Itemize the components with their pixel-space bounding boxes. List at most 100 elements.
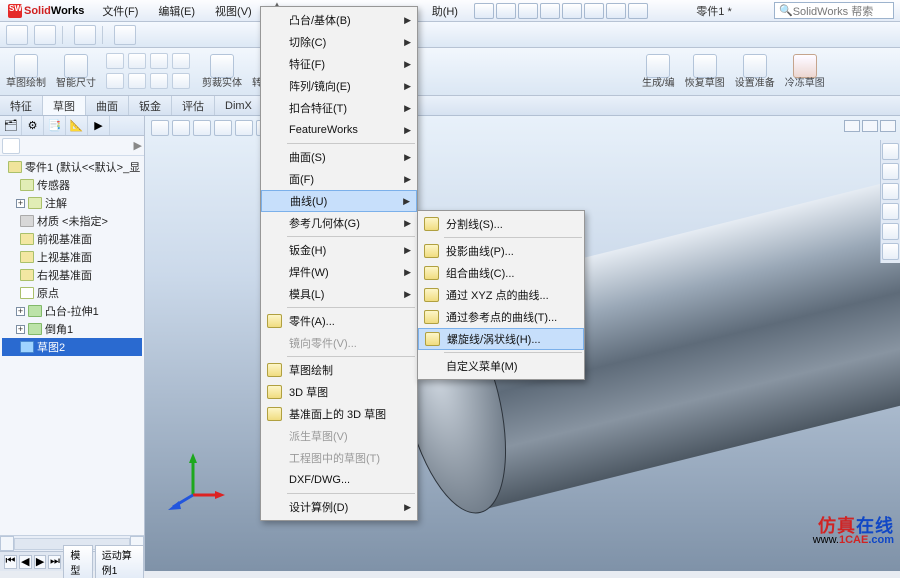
qat-open-icon[interactable] (496, 3, 516, 19)
ribbon-trim[interactable]: 剪裁实体 (202, 54, 242, 89)
rect-icon[interactable] (172, 53, 190, 69)
feature-tree[interactable]: 零件1 (默认<<默认>_显 传感器 +注解 材质 <未指定> 前视基准面 上视… (0, 156, 144, 535)
qat-options-icon[interactable] (628, 3, 648, 19)
menu-help[interactable]: 助(H) (422, 0, 468, 21)
qat-print-icon[interactable] (540, 3, 560, 19)
tab-sketch[interactable]: 草图 (43, 96, 86, 115)
fm-tab-ex-icon[interactable]: ▶ (88, 116, 110, 135)
curve-submenu-item-2[interactable]: 投影曲线(P)... (418, 240, 584, 262)
tb-link-icon[interactable] (6, 25, 28, 45)
ribbon-rbig1[interactable]: 恢复草图 (685, 54, 725, 89)
insert-menu-item-21[interactable]: 基准面上的 3D 草图 (261, 403, 417, 425)
tp-custom-icon[interactable] (882, 243, 899, 260)
tp-explorer-icon[interactable] (882, 183, 899, 200)
curve-submenu-item-4[interactable]: 通过 XYZ 点的曲线... (418, 284, 584, 306)
tree-origin[interactable]: 原点 (2, 284, 142, 302)
insert-menu-item-16[interactable]: 零件(A)... (261, 310, 417, 332)
insert-menu-item-0[interactable]: 凸台/基体(B)▶ (261, 9, 417, 31)
menu-file[interactable]: 文件(F) (92, 0, 148, 21)
curve-submenu-item-6[interactable]: 螺旋线/涡状线(H)... (418, 328, 584, 350)
tab-evaluate[interactable]: 评估 (172, 96, 215, 115)
arc-icon[interactable] (106, 73, 124, 89)
tab-sheetmetal[interactable]: 钣金 (129, 96, 172, 115)
qat-save-icon[interactable] (518, 3, 538, 19)
tab-dimx[interactable]: DimX (215, 96, 263, 115)
tree-annotations[interactable]: +注解 (2, 194, 142, 212)
fm-tab-tree-icon[interactable]: 🗂 (0, 116, 22, 135)
tree-extrude1[interactable]: +凸台-拉伸1 (2, 302, 142, 320)
insert-menu-item-13[interactable]: 焊件(W)▶ (261, 261, 417, 283)
tp-resources-icon[interactable] (882, 143, 899, 160)
insert-menu-item-1[interactable]: 切除(C)▶ (261, 31, 417, 53)
insert-menu-item-9[interactable]: 曲线(U)▶ (261, 190, 417, 212)
view-prev-icon[interactable] (193, 120, 211, 136)
ribbon-rbig2[interactable]: 设置准备 (735, 54, 775, 89)
qat-select-icon[interactable] (584, 3, 604, 19)
tab-motion1[interactable]: 运动算例1 (95, 545, 144, 578)
view-zoom-icon[interactable] (151, 120, 169, 136)
viewport-restore-icon[interactable] (862, 120, 878, 132)
tab-model[interactable]: 模型 (63, 545, 92, 578)
tp-appearance-icon[interactable] (882, 223, 899, 240)
curve-submenu-item-3[interactable]: 组合曲线(C)... (418, 262, 584, 284)
tabscroll-last-icon[interactable]: ⏭ (48, 555, 61, 569)
text-icon[interactable] (172, 73, 190, 89)
fm-tab-cfg-icon[interactable]: 📑 (44, 116, 66, 135)
viewport-min-icon[interactable] (844, 120, 860, 132)
curve-submenu-item-8[interactable]: 自定义菜单(M) (418, 355, 584, 377)
insert-menu-item-20[interactable]: 3D 草图 (261, 381, 417, 403)
tb-appearance-icon[interactable] (114, 25, 136, 45)
tree-top-plane[interactable]: 上视基准面 (2, 248, 142, 266)
filter-icon[interactable] (2, 138, 20, 154)
insert-menu-item-3[interactable]: 阵列/镜向(E)▶ (261, 75, 417, 97)
tree-sketch2[interactable]: 草图2 (2, 338, 142, 356)
view-orient-icon[interactable] (235, 120, 253, 136)
viewport-close-icon[interactable] (880, 120, 896, 132)
ribbon-rbig3[interactable]: 冷冻草图 (785, 54, 825, 89)
menu-edit[interactable]: 编辑(E) (148, 0, 205, 21)
insert-menu-item-2[interactable]: 特征(F)▶ (261, 53, 417, 75)
view-section-icon[interactable] (214, 120, 232, 136)
curve-submenu-item-5[interactable]: 通过参考点的曲线(T)... (418, 306, 584, 328)
insert-menu-item-12[interactable]: 钣金(H)▶ (261, 239, 417, 261)
tree-material[interactable]: 材质 <未指定> (2, 212, 142, 230)
qat-rebuild-icon[interactable] (606, 3, 626, 19)
tree-front-plane[interactable]: 前视基准面 (2, 230, 142, 248)
qat-undo-icon[interactable] (562, 3, 582, 19)
fm-tab-dim-icon[interactable]: 📐 (66, 116, 88, 135)
tab-feature[interactable]: 特征 (0, 96, 43, 115)
insert-menu-item-24[interactable]: DXF/DWG... (261, 469, 417, 491)
insert-menu-item-14[interactable]: 模具(L)▶ (261, 283, 417, 305)
tabscroll-first-icon[interactable]: ⏮ (4, 555, 17, 569)
search-input[interactable]: 🔍 SolidWorks 帮索 (774, 2, 894, 19)
insert-menu-item-26[interactable]: 设计算例(D)▶ (261, 496, 417, 518)
insert-menu-item-7[interactable]: 曲面(S)▶ (261, 146, 417, 168)
tp-designlib-icon[interactable] (882, 163, 899, 180)
tab-surface[interactable]: 曲面 (86, 96, 129, 115)
insert-menu-item-5[interactable]: FeatureWorks▶ (261, 119, 417, 141)
line-icon[interactable] (106, 53, 124, 69)
ellipse-icon[interactable] (128, 73, 146, 89)
tabscroll-prev-icon[interactable]: ◀ (19, 555, 32, 569)
insert-menu-item-10[interactable]: 参考几何体(G)▶ (261, 212, 417, 234)
circle-icon[interactable] (128, 53, 146, 69)
tree-root[interactable]: 零件1 (默认<<默认>_显 (2, 158, 142, 176)
tree-chamfer1[interactable]: +倒角1 (2, 320, 142, 338)
tb-select-icon[interactable] (74, 25, 96, 45)
ribbon-smartdim[interactable]: 智能尺寸 (56, 54, 96, 89)
tree-right-plane[interactable]: 右视基准面 (2, 266, 142, 284)
spline-icon[interactable] (150, 53, 168, 69)
insert-menu-item-19[interactable]: 草图绘制 (261, 359, 417, 381)
point-icon[interactable] (150, 73, 168, 89)
tp-viewpal-icon[interactable] (882, 203, 899, 220)
curve-submenu-item-0[interactable]: 分割线(S)... (418, 213, 584, 235)
qat-new-icon[interactable] (474, 3, 494, 19)
menu-view[interactable]: 视图(V) (205, 0, 262, 21)
tree-sensors[interactable]: 传感器 (2, 176, 142, 194)
tabscroll-next-icon[interactable]: ▶ (34, 555, 47, 569)
tb-measure-icon[interactable] (34, 25, 56, 45)
scroll-left-icon[interactable] (0, 536, 14, 551)
ribbon-sketch[interactable]: 草图绘制 (6, 54, 46, 89)
insert-menu-item-4[interactable]: 扣合特征(T)▶ (261, 97, 417, 119)
view-fit-icon[interactable] (172, 120, 190, 136)
